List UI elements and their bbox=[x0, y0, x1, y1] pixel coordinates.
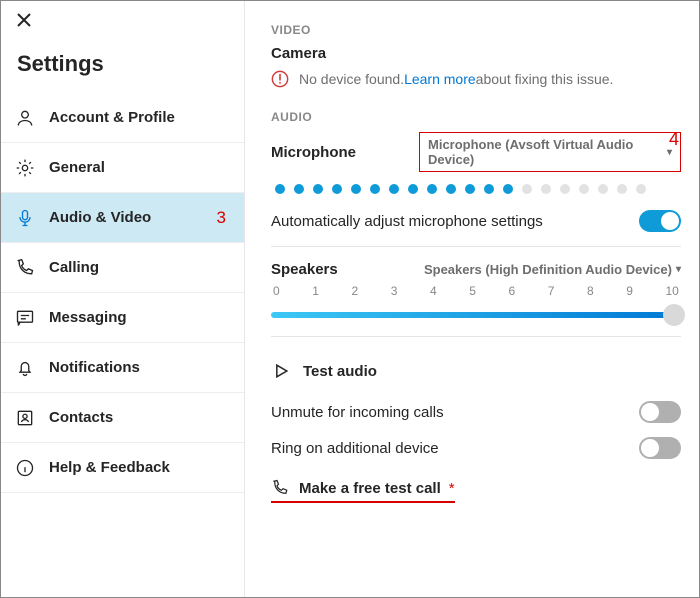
settings-title: Settings bbox=[1, 47, 244, 93]
slider-tick: 1 bbox=[312, 284, 319, 298]
level-dot bbox=[446, 184, 456, 194]
level-dot bbox=[636, 184, 646, 194]
annotation-3: 3 bbox=[217, 208, 226, 228]
phone-icon bbox=[15, 258, 35, 278]
slider-tick: 0 bbox=[273, 284, 280, 298]
sidebar-item-calling[interactable]: Calling bbox=[1, 243, 244, 293]
microphone-device-select[interactable]: Microphone (Avsoft Virtual Audio Device)… bbox=[419, 132, 681, 172]
slider-tick: 9 bbox=[626, 284, 633, 298]
sidebar-item-general[interactable]: General bbox=[1, 143, 244, 193]
level-dot bbox=[465, 184, 475, 194]
level-dot bbox=[275, 184, 285, 194]
ring-additional-toggle[interactable] bbox=[639, 437, 681, 459]
sidebar-item-audio-video[interactable]: Audio & Video 3 bbox=[1, 193, 244, 243]
message-icon bbox=[15, 308, 35, 328]
microphone-label: Microphone bbox=[271, 144, 356, 161]
level-dot bbox=[351, 184, 361, 194]
chevron-down-icon: ▾ bbox=[676, 264, 681, 275]
unmute-label: Unmute for incoming calls bbox=[271, 404, 444, 421]
slider-tick: 10 bbox=[666, 284, 679, 298]
sidebar-item-label: Contacts bbox=[49, 409, 113, 426]
slider-thumb[interactable] bbox=[663, 304, 685, 326]
camera-label: Camera bbox=[271, 45, 681, 62]
sidebar-item-label: Messaging bbox=[49, 309, 127, 326]
speakers-device-value: Speakers (High Definition Audio Device) bbox=[424, 262, 672, 277]
level-dot bbox=[484, 184, 494, 194]
audio-section-label: AUDIO bbox=[271, 110, 681, 124]
contacts-icon bbox=[15, 408, 35, 428]
phone-icon bbox=[271, 479, 289, 497]
gear-icon bbox=[15, 158, 35, 178]
close-icon bbox=[17, 13, 31, 27]
slider-tick: 3 bbox=[391, 284, 398, 298]
test-audio-button[interactable]: Test audio bbox=[271, 361, 681, 381]
sidebar-item-contacts[interactable]: Contacts bbox=[1, 393, 244, 443]
video-section-label: VIDEO bbox=[271, 23, 681, 37]
microphone-icon bbox=[15, 208, 35, 228]
level-dot bbox=[408, 184, 418, 194]
auto-adjust-toggle[interactable] bbox=[639, 210, 681, 232]
auto-adjust-label: Automatically adjust microphone settings bbox=[271, 213, 543, 230]
chevron-down-icon: ▾ bbox=[667, 147, 672, 158]
warning-icon bbox=[271, 70, 289, 88]
person-icon bbox=[15, 108, 35, 128]
sidebar-item-account[interactable]: Account & Profile bbox=[1, 93, 244, 143]
mic-level-meter bbox=[275, 184, 681, 194]
sidebar-item-help[interactable]: Help & Feedback bbox=[1, 443, 244, 493]
level-dot bbox=[522, 184, 532, 194]
level-dot bbox=[617, 184, 627, 194]
slider-tick: 2 bbox=[352, 284, 359, 298]
speakers-device-select[interactable]: Speakers (High Definition Audio Device) … bbox=[424, 262, 681, 277]
level-dot bbox=[370, 184, 380, 194]
sidebar-item-notifications[interactable]: Notifications bbox=[1, 343, 244, 393]
make-test-call-button[interactable]: Make a free test call * bbox=[271, 479, 455, 503]
bell-icon bbox=[15, 358, 35, 378]
learn-more-link[interactable]: Learn more bbox=[404, 71, 476, 87]
test-call-label: Make a free test call bbox=[299, 480, 441, 497]
unmute-toggle[interactable] bbox=[639, 401, 681, 423]
level-dot bbox=[560, 184, 570, 194]
level-dot bbox=[389, 184, 399, 194]
slider-tick: 5 bbox=[469, 284, 476, 298]
camera-warning-text-pre: No device found. bbox=[299, 71, 404, 87]
slider-tick: 4 bbox=[430, 284, 437, 298]
sidebar-item-label: Calling bbox=[49, 259, 99, 276]
level-dot bbox=[541, 184, 551, 194]
divider bbox=[271, 336, 681, 337]
test-audio-label: Test audio bbox=[303, 363, 377, 380]
play-icon bbox=[271, 361, 291, 381]
speakers-label: Speakers bbox=[271, 261, 338, 278]
level-dot bbox=[313, 184, 323, 194]
annotation-star: * bbox=[449, 480, 455, 497]
ring-additional-label: Ring on additional device bbox=[271, 440, 439, 457]
camera-warning-text-post: about fixing this issue. bbox=[476, 71, 614, 87]
slider-track bbox=[271, 312, 681, 318]
level-dot bbox=[579, 184, 589, 194]
microphone-device-value: Microphone (Avsoft Virtual Audio Device) bbox=[428, 137, 663, 167]
level-dot bbox=[598, 184, 608, 194]
slider-tick: 6 bbox=[509, 284, 516, 298]
sidebar-item-label: Notifications bbox=[49, 359, 140, 376]
slider-tick: 7 bbox=[548, 284, 555, 298]
slider-tick-labels: 0 1 2 3 4 5 6 7 8 9 10 bbox=[271, 284, 681, 298]
info-icon bbox=[15, 458, 35, 478]
divider bbox=[271, 246, 681, 247]
sidebar-item-label: Help & Feedback bbox=[49, 459, 170, 476]
level-dot bbox=[503, 184, 513, 194]
level-dot bbox=[332, 184, 342, 194]
level-dot bbox=[427, 184, 437, 194]
slider-tick: 8 bbox=[587, 284, 594, 298]
sidebar-item-label: Account & Profile bbox=[49, 109, 175, 126]
settings-sidebar: Settings Account & Profile General Audio… bbox=[1, 1, 245, 597]
sidebar-item-messaging[interactable]: Messaging bbox=[1, 293, 244, 343]
settings-pane: 4 VIDEO Camera No device found. Learn mo… bbox=[245, 1, 700, 597]
sidebar-item-label: General bbox=[49, 159, 105, 176]
speakers-volume-slider-wrap: 0 1 2 3 4 5 6 7 8 9 10 bbox=[271, 284, 681, 328]
sidebar-item-label: Audio & Video bbox=[49, 209, 151, 226]
camera-warning: No device found. Learn more about fixing… bbox=[271, 70, 681, 88]
speakers-volume-slider[interactable] bbox=[271, 302, 681, 328]
level-dot bbox=[294, 184, 304, 194]
close-button[interactable] bbox=[1, 1, 244, 47]
